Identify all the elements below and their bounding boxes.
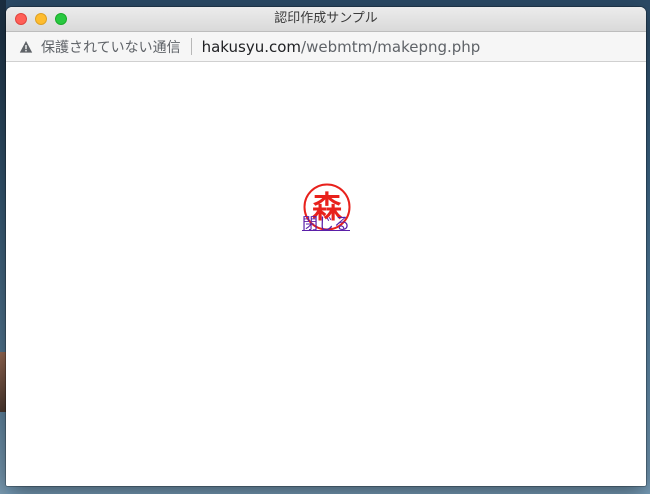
- browser-window: 認印作成サンプル 保護されていない通信 hakusyu.com/webmtm/m…: [6, 7, 646, 486]
- url-host: hakusyu.com: [201, 37, 302, 56]
- title-bar[interactable]: 認印作成サンプル: [6, 7, 646, 32]
- url-path: /webmtm/makepng.php: [301, 37, 481, 56]
- address-divider: [190, 38, 192, 55]
- close-link[interactable]: 閉じる: [6, 210, 646, 234]
- page-content: 森 閉じる: [6, 62, 646, 486]
- address-bar[interactable]: 保護されていない通信 hakusyu.com/webmtm/makepng.ph…: [6, 32, 646, 62]
- security-status[interactable]: 保護されていない通信: [41, 37, 181, 57]
- warning-triangle-icon: [19, 40, 33, 53]
- url-text[interactable]: hakusyu.com/webmtm/makepng.php: [202, 38, 481, 56]
- window-title: 認印作成サンプル: [274, 11, 378, 26]
